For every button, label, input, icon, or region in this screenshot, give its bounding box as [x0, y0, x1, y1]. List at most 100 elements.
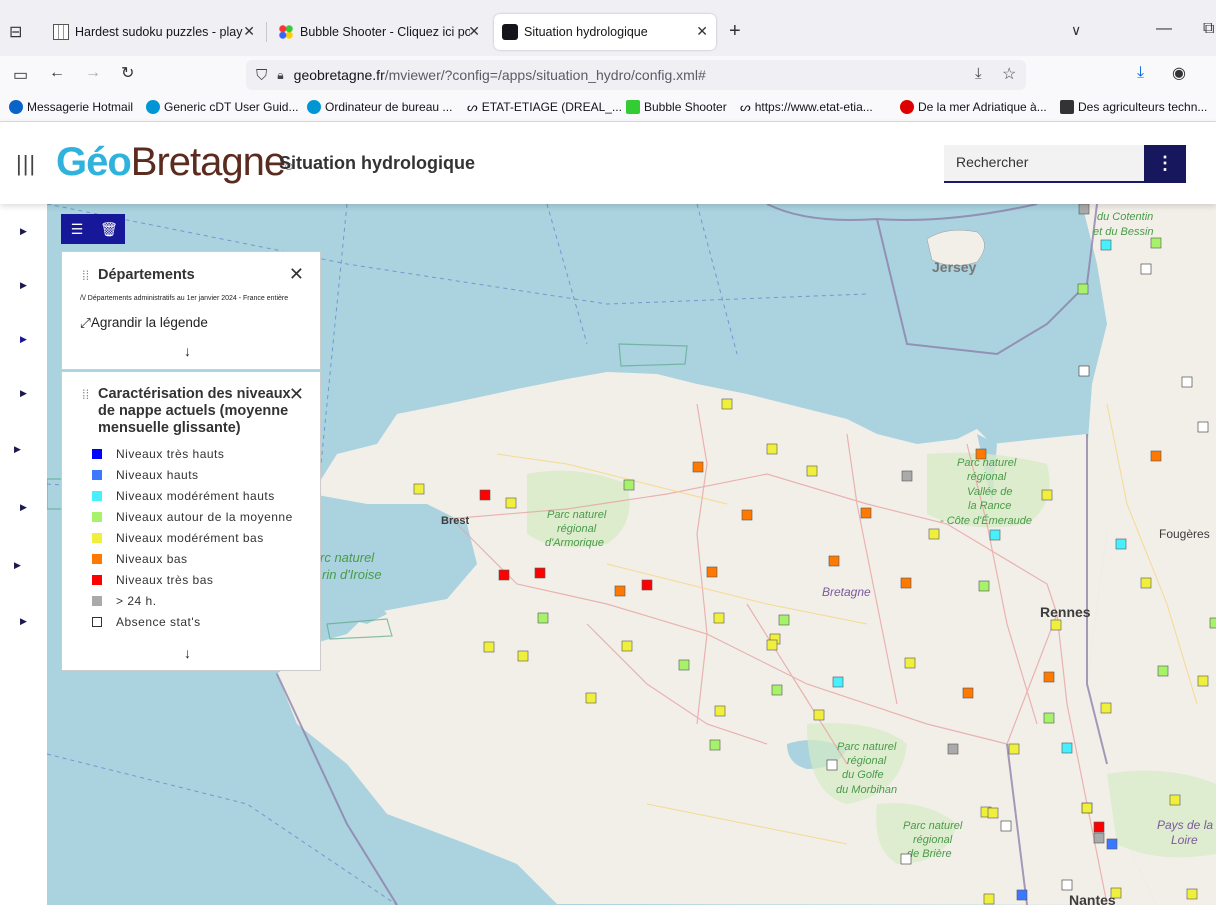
caret-right-icon[interactable]: ▶ [20, 502, 27, 513]
station-marker [860, 507, 872, 519]
close-tab-icon[interactable]: ✕ [243, 23, 255, 40]
close-tab-icon[interactable]: ✕ [468, 23, 480, 40]
url-bar[interactable]: ⛉ 🔒︎ geobretagne.fr/mviewer/?config=/app… [246, 60, 1026, 90]
svg-text:Parc naturel: Parc naturel [903, 820, 963, 832]
station-marker [928, 528, 940, 540]
forward-arrow-icon[interactable]: → [85, 64, 101, 82]
caret-right-icon[interactable]: ▶ [20, 226, 27, 237]
map-label: d'Armorique [545, 537, 604, 549]
lock-icon[interactable]: 🔒︎ [277, 68, 283, 83]
legend-item: Niveaux hauts [92, 468, 199, 482]
bookmark-item[interactable]: Messagerie Hotmail [9, 100, 133, 114]
station-marker [766, 639, 778, 651]
map-label: Vallée de [967, 486, 1012, 498]
station-marker [1100, 239, 1112, 251]
tab-bubble-shooter[interactable]: Bubble Shooter - Cliquez ici po ✕ [270, 14, 488, 50]
station-marker [623, 479, 635, 491]
legend-panel-nappes: ⁞⁞ Caractérisation des niveaux de nappe … [61, 371, 321, 671]
bookmark-item[interactable]: Ordinateur de bureau ... [307, 100, 452, 114]
tab-situation-hydrologique[interactable]: Situation hydrologique ✕ [494, 14, 716, 50]
search-options-button[interactable]: ⋮ [1144, 145, 1186, 183]
close-icon[interactable]: ✕ [289, 264, 304, 285]
station-marker [692, 461, 704, 473]
arrow-down-icon[interactable]: ↓ [184, 343, 191, 359]
new-tab-button[interactable]: + [729, 20, 741, 43]
bookmark-item[interactable]: Generic cDT User Guid... [146, 100, 298, 114]
expand-legend-link[interactable]: ⤢Agrandir la légende [80, 315, 208, 331]
left-sidebar: ▶ ▶ ▶ ▶ ▶ ▶ ▶ ▶ [0, 204, 47, 905]
map-label: du Golfe [842, 769, 884, 781]
shield-icon[interactable]: ⛉ [256, 67, 267, 84]
station-marker [1081, 802, 1093, 814]
account-icon[interactable]: ◉ [1172, 63, 1186, 83]
caret-right-icon[interactable]: ▶ [20, 334, 27, 345]
station-marker [904, 657, 916, 669]
station-marker [1008, 743, 1020, 755]
bookmark-item[interactable]: De la mer Adriatique à... [900, 100, 1047, 114]
station-marker [1150, 237, 1162, 249]
download-icon[interactable]: ⤓ [1137, 64, 1144, 82]
tab-sudoku[interactable]: Hardest sudoku puzzles - play s ✕ [45, 14, 263, 50]
sidebar-toggle-icon[interactable]: ▭ [13, 65, 28, 85]
bookmark-item[interactable]: Bubble Shooter [626, 100, 727, 114]
legend-title: Caractérisation des niveaux de nappe act… [98, 386, 291, 436]
caret-right-icon[interactable]: ▶ [14, 560, 21, 571]
station-marker [1000, 820, 1012, 832]
close-tab-icon[interactable]: ✕ [696, 23, 708, 40]
bubble-shooter-icon [626, 100, 640, 114]
tab-list-icon[interactable]: ⊟ [9, 22, 22, 42]
bookmark-item[interactable]: ᔕ ETAT-ETIAGE (DREAL_... [467, 100, 622, 114]
station-marker [1061, 879, 1073, 891]
station-marker [900, 853, 912, 865]
legend-item: Niveaux bas [92, 552, 188, 566]
station-marker [1043, 712, 1055, 724]
bookmarks-bar: Messagerie Hotmail Generic cDT User Guid… [0, 94, 1216, 122]
caret-right-icon[interactable]: ▶ [20, 616, 27, 627]
reload-icon[interactable]: ↻ [121, 63, 134, 83]
station-marker [1093, 821, 1105, 833]
sudoku-favicon-icon [53, 24, 69, 40]
caret-right-icon[interactable]: ▶ [20, 280, 27, 291]
station-marker [741, 509, 753, 521]
legend-panel-departements: ⁞⁞ Départements ✕ /\/ Départements admin… [61, 251, 321, 370]
restore-icon[interactable]: ⧉ [1203, 20, 1214, 38]
station-marker [947, 743, 959, 755]
arrow-down-icon[interactable]: ↓ [184, 645, 191, 661]
svg-text:régional: régional [847, 755, 887, 767]
back-arrow-icon[interactable]: ← [49, 64, 65, 82]
drag-handle-icon[interactable]: ⁞⁞ [82, 268, 89, 283]
drag-handle-icon[interactable]: ⁞⁞ [82, 387, 89, 402]
hp-icon [146, 100, 160, 114]
minimize-icon[interactable]: — [1156, 20, 1172, 38]
bookmark-item[interactable]: ᔕ https://www.etat-etia... [740, 100, 873, 114]
map-label: Parc naturel [547, 509, 607, 521]
search-input[interactable]: Rechercher [944, 145, 1144, 183]
station-marker [641, 579, 653, 591]
station-marker [813, 709, 825, 721]
bookmark-item[interactable]: Des agriculteurs techn... [1060, 100, 1207, 114]
map-label: Pays de la [1157, 818, 1213, 832]
close-icon[interactable]: ✕ [289, 384, 304, 405]
station-marker [1209, 617, 1216, 629]
caret-right-icon[interactable]: ▶ [14, 444, 21, 455]
expand-icon: ⤢ [80, 315, 91, 330]
station-marker [1181, 376, 1193, 388]
page-save-icon[interactable]: ⤓ [975, 65, 982, 82]
bookmark-star-icon[interactable]: ☆ [1002, 64, 1016, 84]
trash-icon[interactable]: 🗑︎ [93, 214, 125, 244]
bubble-shooter-favicon-icon [278, 24, 294, 40]
station-marker [1100, 702, 1112, 714]
station-marker [1197, 675, 1209, 687]
caret-right-icon[interactable]: ▶ [20, 388, 27, 399]
chevron-down-icon[interactable]: ∨ [1071, 22, 1081, 39]
map-label: et du Bessin [1093, 226, 1154, 238]
station-marker [1016, 889, 1028, 901]
menu-icon[interactable]: ||| [16, 151, 36, 177]
station-marker [975, 448, 987, 460]
station-marker [1078, 365, 1090, 377]
station-marker [1061, 742, 1073, 754]
map-toolbox: ☰ 🗑︎ [61, 214, 125, 244]
layer-list-icon[interactable]: ☰ [61, 214, 93, 244]
station-marker [706, 566, 718, 578]
map-label: Fougères [1159, 527, 1210, 541]
